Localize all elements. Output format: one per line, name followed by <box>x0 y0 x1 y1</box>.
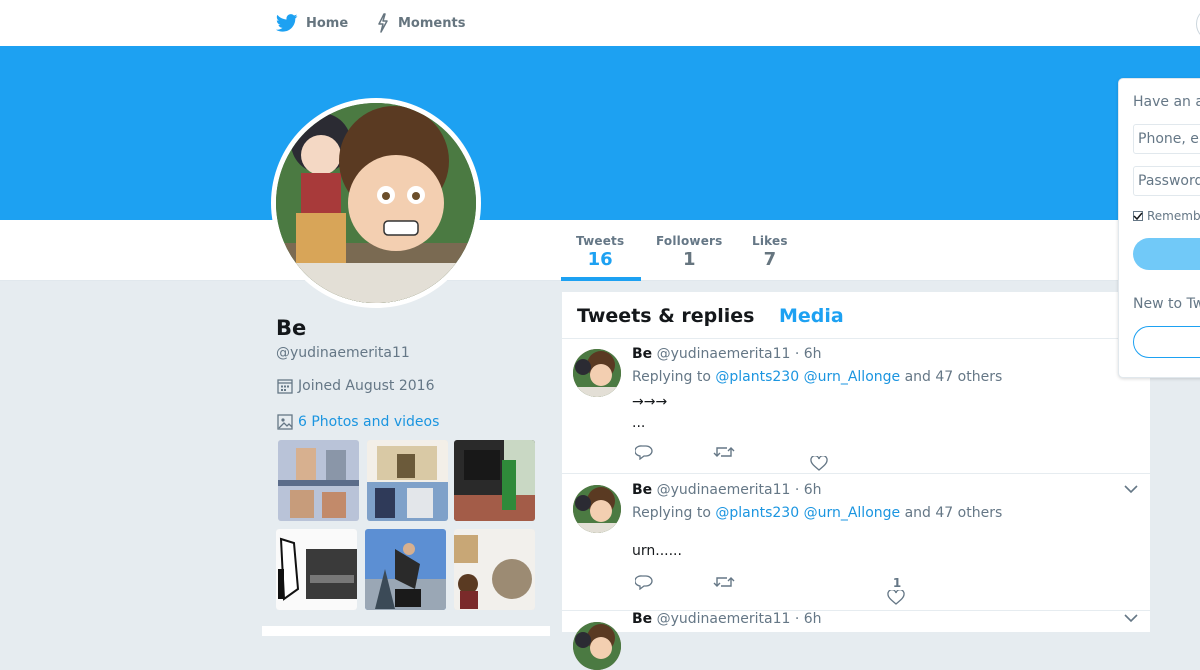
tweet-text: urn...... <box>632 543 682 559</box>
chevron-down-icon[interactable] <box>1124 484 1138 494</box>
profile-handle[interactable]: @yudinaemerita11 <box>276 345 410 361</box>
mention-link[interactable]: @urn_Allonge <box>804 505 901 521</box>
chevron-down-icon[interactable] <box>1124 613 1138 623</box>
tweet-author-handle[interactable]: @yudinaemerita11 <box>657 346 791 362</box>
nav-account-avatar[interactable] <box>1196 7 1200 41</box>
timeline-tabs: Tweets & replies Media <box>562 292 1150 339</box>
checkmark-icon <box>1133 212 1143 221</box>
photo-thumbnail[interactable] <box>278 440 359 521</box>
login-title: Have an a <box>1133 94 1200 110</box>
replying-to-line: Replying to @plants230 @urn_Allonge and … <box>632 505 1002 521</box>
tab-tweets-replies[interactable]: Tweets & replies <box>577 305 754 327</box>
nav-moments-label: Moments <box>398 15 466 31</box>
tweet-time[interactable]: · 6h <box>795 611 822 627</box>
stat-tweets[interactable]: Tweets 16 <box>576 234 624 270</box>
signup-button[interactable] <box>1133 326 1200 358</box>
tweet-author-handle[interactable]: @yudinaemerita11 <box>657 611 791 627</box>
top-nav: Home Moments <box>0 0 1200 47</box>
tweet-actions: 1 <box>635 574 935 605</box>
left-card-edge <box>262 626 550 636</box>
reply-button[interactable] <box>635 574 653 590</box>
joined-text: Joined August 2016 <box>298 378 435 394</box>
remember-me-checkbox[interactable] <box>1133 211 1143 221</box>
remember-me-label: Rememb <box>1147 209 1200 223</box>
image-icon <box>277 414 293 430</box>
photo-thumbnail[interactable] <box>454 440 535 521</box>
heart-icon <box>810 456 828 471</box>
new-to-twitter-text: New to Tw <box>1133 296 1200 312</box>
joined-date: Joined August 2016 <box>276 377 434 395</box>
login-card: Have an a Phone, e Password Rememb New t… <box>1118 78 1200 378</box>
tweet-author-name[interactable]: Be <box>632 482 652 498</box>
replying-to-prefix: Replying to <box>632 369 711 385</box>
photo-thumbnail[interactable] <box>454 529 535 610</box>
stat-likes-label: Likes <box>752 234 788 248</box>
mention-link[interactable]: @plants230 <box>715 505 799 521</box>
photos-videos-text: 6 Photos and videos <box>298 414 440 430</box>
profile-stats-bar: Tweets 16 Followers 1 Likes 7 <box>0 220 1200 281</box>
tweet-avatar[interactable] <box>573 485 621 533</box>
nav-moments[interactable]: Moments <box>376 0 465 46</box>
like-button[interactable]: 1 <box>887 576 905 606</box>
photos-videos-link[interactable]: 6 Photos and videos <box>276 413 439 431</box>
remember-me[interactable]: Rememb <box>1133 209 1200 223</box>
replying-to-others[interactable]: and 47 others <box>905 369 1003 385</box>
tweet-author-handle[interactable]: @yudinaemerita11 <box>657 482 791 498</box>
tab-media[interactable]: Media <box>779 305 844 327</box>
nav-home-label: Home <box>306 15 349 31</box>
profile-banner <box>0 46 1200 220</box>
password-input[interactable]: Password <box>1133 166 1200 196</box>
stat-followers-label: Followers <box>656 234 723 248</box>
tweet-actions <box>635 444 935 471</box>
tweet-author-name[interactable]: Be <box>632 346 652 362</box>
tweet-header: Be @yudinaemerita11 · 6h <box>632 346 822 362</box>
nav-home[interactable]: Home <box>276 0 348 46</box>
login-button[interactable] <box>1133 238 1200 270</box>
tweet[interactable]: Be @yudinaemerita11 · 6h Replying to @pl… <box>562 338 1150 474</box>
stat-tweets-label: Tweets <box>576 234 625 248</box>
profile-avatar-image <box>276 103 476 303</box>
tweet[interactable]: Be @yudinaemerita11 · 6h Replying to @pl… <box>562 474 1150 611</box>
phone-email-input[interactable]: Phone, e <box>1133 124 1200 154</box>
tweet-header: Be @yudinaemerita11 · 6h <box>632 611 822 627</box>
reply-icon <box>635 575 653 590</box>
twitter-bird-icon <box>276 14 298 32</box>
lightning-bolt-icon <box>378 13 388 33</box>
profile-avatar[interactable] <box>271 98 481 308</box>
photo-thumbnail[interactable] <box>367 440 448 521</box>
stat-followers[interactable]: Followers 1 <box>656 234 723 270</box>
retweet-button[interactable] <box>713 574 735 590</box>
tweet-time[interactable]: · 6h <box>795 482 822 498</box>
calendar-icon <box>277 379 293 394</box>
tweet-header: Be @yudinaemerita11 · 6h <box>632 482 822 498</box>
tweet[interactable]: Be @yudinaemerita11 · 6h <box>562 611 1150 670</box>
mention-link[interactable]: @urn_Allonge <box>804 369 901 385</box>
stat-likes-value: 7 <box>763 249 777 270</box>
timeline: Tweets & replies Media Be @yudinaemerita… <box>562 292 1150 670</box>
photo-thumbnail[interactable] <box>276 529 357 610</box>
mention-link[interactable]: @plants230 <box>715 369 799 385</box>
replying-to-others[interactable]: and 47 others <box>905 505 1003 521</box>
retweet-icon <box>713 447 735 457</box>
like-button[interactable] <box>810 456 830 472</box>
retweet-icon <box>713 577 735 587</box>
replying-to-line: Replying to @plants230 @urn_Allonge and … <box>632 369 1002 385</box>
replying-to-prefix: Replying to <box>632 505 711 521</box>
tweet-time[interactable]: · 6h <box>795 346 822 362</box>
tweet-author-name[interactable]: Be <box>632 611 652 627</box>
like-count: 1 <box>892 576 902 590</box>
photo-thumbnail[interactable] <box>365 529 446 610</box>
heart-icon <box>887 590 905 605</box>
profile-name: Be <box>276 316 307 340</box>
stat-followers-value: 1 <box>682 249 696 270</box>
retweet-button[interactable] <box>713 444 735 460</box>
tweet-avatar[interactable] <box>573 622 621 670</box>
reply-icon <box>635 445 653 460</box>
tweet-text: →→→ ... <box>632 394 668 431</box>
active-tab-underline <box>561 277 641 281</box>
stat-likes[interactable]: Likes 7 <box>752 234 788 270</box>
tweet-avatar[interactable] <box>573 349 621 397</box>
reply-button[interactable] <box>635 444 653 460</box>
stat-tweets-value: 16 <box>587 249 613 270</box>
